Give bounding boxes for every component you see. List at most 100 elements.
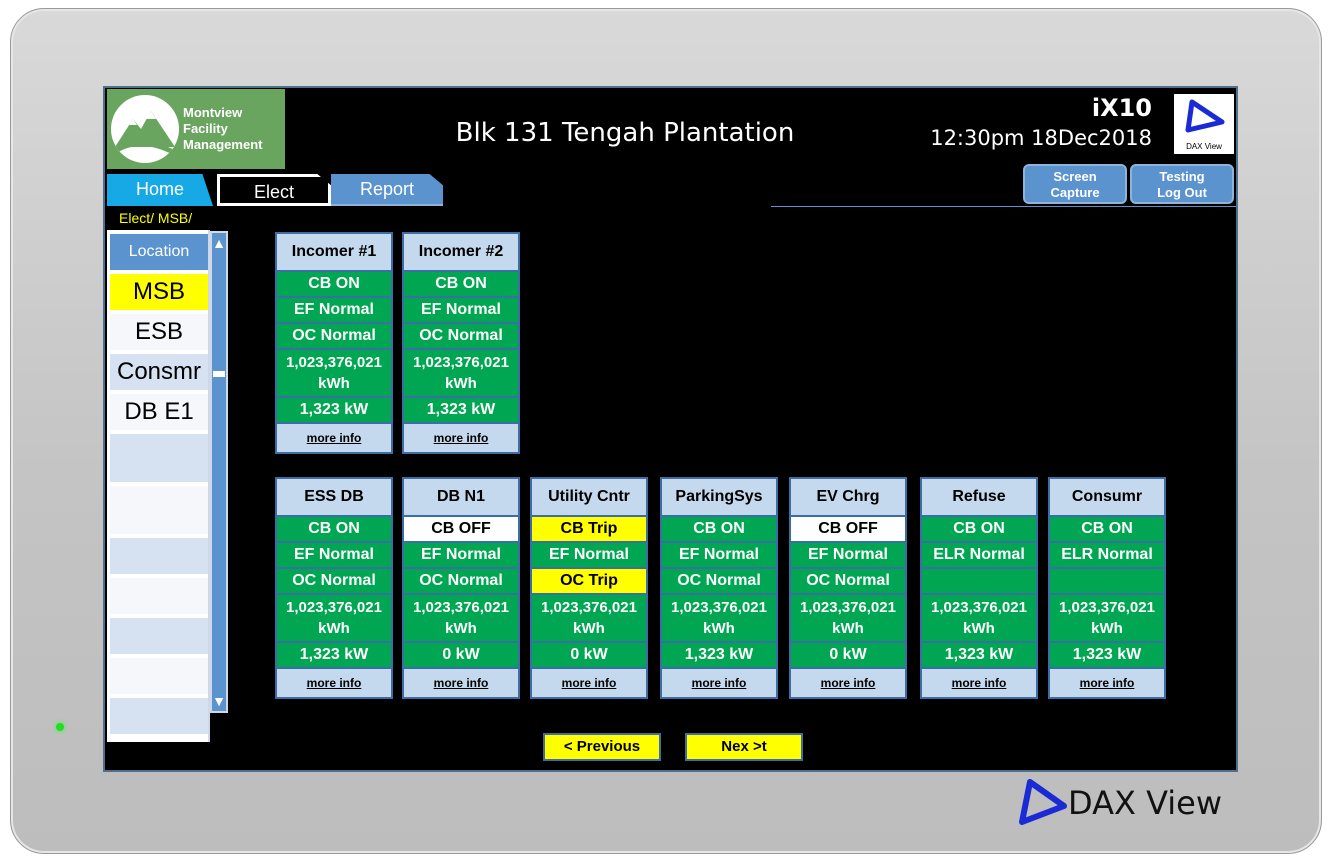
hmi-screen: Montview Facility Management Blk 131 Ten…: [103, 86, 1238, 772]
sidebar-header: Location: [110, 234, 208, 270]
more-info-link[interactable]: more info: [821, 676, 876, 690]
cb-status: CB Trip: [532, 517, 646, 541]
power-reading: 1,323 kW: [922, 643, 1036, 667]
feeder-card: ParkingSys CB ON EF Normal OC Normal 1,023,3…: [660, 477, 778, 699]
more-info-cell: more info: [277, 424, 391, 452]
sidebar-item-empty[interactable]: [110, 658, 208, 694]
feeder-card: ESS DB CB ON EF Normal OC Normal 1,023,376,0…: [275, 477, 393, 699]
log-out-button[interactable]: Testing Log Out: [1130, 164, 1234, 204]
energy-reading: 1,023,376,021 kWh: [532, 595, 646, 641]
scroll-thumb[interactable]: [213, 371, 225, 377]
more-info-cell: more info: [404, 669, 518, 697]
ef-status: EF Normal: [404, 298, 518, 322]
dax-logo-label: DAX View: [1186, 142, 1222, 151]
ef-status: EF Normal: [662, 543, 776, 567]
energy-value: 1,023,376,021: [541, 599, 637, 616]
cb-status: CB ON: [662, 517, 776, 541]
button-label: Testing: [1159, 169, 1205, 184]
sidebar-item-empty[interactable]: [110, 698, 208, 734]
next-button[interactable]: Nex >t: [685, 733, 803, 761]
power-reading: 0 kW: [791, 643, 905, 667]
scroll-up-icon[interactable]: ▲: [212, 233, 226, 253]
sidebar-item-empty[interactable]: [110, 578, 208, 614]
feeder-card: Utility Cntr CB Trip EF Normal OC Trip 1,023…: [530, 477, 648, 699]
feeder-name: EV Chrg: [791, 479, 905, 515]
energy-reading: 1,023,376,021 kWh: [662, 595, 776, 641]
more-info-link[interactable]: more info: [434, 431, 489, 445]
tab-elect[interactable]: Elect: [217, 174, 331, 206]
dax-brand-icon: [1019, 779, 1067, 825]
oc-status: OC Normal: [662, 569, 776, 593]
page-title: Blk 131 Tengah Plantation: [455, 118, 795, 148]
oc-status: OC Trip: [532, 569, 646, 593]
sidebar-item-db-e1[interactable]: DB E1: [110, 394, 208, 430]
energy-unit: kWh: [963, 620, 995, 637]
power-reading: 0 kW: [404, 643, 518, 667]
previous-button[interactable]: < Previous: [543, 733, 661, 761]
more-info-link[interactable]: more info: [307, 431, 362, 445]
sidebar-item-esb[interactable]: ESB: [110, 314, 208, 350]
more-info-cell: more info: [922, 669, 1036, 697]
energy-reading: 1,023,376,021 kWh: [791, 595, 905, 641]
tab-report[interactable]: Report: [331, 174, 443, 206]
sidebar-scrollbar[interactable]: ▲ ▼: [210, 231, 228, 713]
feeder-name: DB N1: [404, 479, 518, 515]
more-info-cell: more info: [532, 669, 646, 697]
scroll-down-icon[interactable]: ▼: [212, 691, 226, 711]
feeder-card: Incomer #2 CB ON EF Normal OC Normal 1,023,3…: [402, 232, 520, 454]
cb-status: CB ON: [1050, 517, 1164, 541]
energy-value: 1,023,376,021: [413, 599, 509, 616]
energy-unit: kWh: [1091, 620, 1123, 637]
energy-unit: kWh: [703, 620, 735, 637]
screen-capture-button[interactable]: Screen Capture: [1023, 164, 1127, 204]
more-info-link[interactable]: more info: [1080, 676, 1135, 690]
cb-status: CB OFF: [791, 517, 905, 541]
sidebar-item-empty[interactable]: [110, 538, 208, 574]
more-info-link[interactable]: more info: [952, 676, 1007, 690]
oc-status: OC Normal: [277, 324, 391, 348]
feeder-card: Refuse CB ON ELR Normal 1,023,376,021 kWh 1,3…: [920, 477, 1038, 699]
tab-home[interactable]: Home: [107, 174, 213, 206]
ef-status: EF Normal: [277, 298, 391, 322]
energy-value: 1,023,376,021: [800, 599, 896, 616]
sidebar-item-msb[interactable]: MSB: [110, 274, 208, 310]
company-name-line: Facility: [183, 121, 228, 136]
more-info-link[interactable]: more info: [562, 676, 617, 690]
sidebar-item-empty[interactable]: [110, 434, 208, 482]
sidebar-item-empty[interactable]: [110, 486, 208, 534]
energy-value: 1,023,376,021: [286, 354, 382, 371]
cb-status: CB ON: [404, 272, 518, 296]
energy-unit: kWh: [573, 620, 605, 637]
company-name-line: Management: [183, 137, 263, 152]
power-reading: 0 kW: [532, 643, 646, 667]
oc-status: OC Normal: [404, 569, 518, 593]
feeder-card: DB N1 CB OFF EF Normal OC Normal 1,023,376,0…: [402, 477, 520, 699]
power-reading: 1,323 kW: [277, 643, 391, 667]
energy-reading: 1,023,376,021 kWh: [1050, 595, 1164, 641]
date-time: 12:30pm 18Dec2018: [930, 126, 1152, 150]
more-info-link[interactable]: more info: [307, 676, 362, 690]
sidebar-item-consmr[interactable]: Consmr: [110, 354, 208, 390]
tab-divider: [771, 206, 1236, 207]
energy-value: 1,023,376,021: [671, 599, 767, 616]
more-info-link[interactable]: more info: [692, 676, 747, 690]
more-info-cell: more info: [277, 669, 391, 697]
feeder-name: ESS DB: [277, 479, 391, 515]
feeder-name: Incomer #2: [404, 234, 518, 270]
energy-value: 1,023,376,021: [931, 599, 1027, 616]
location-sidebar: Location MSB ESB Consmr DB E1: [107, 230, 210, 742]
oc-status: [922, 569, 1036, 593]
oc-status: [1050, 569, 1164, 593]
device-model: iX10: [1091, 94, 1152, 122]
ef-status: ELR Normal: [922, 543, 1036, 567]
feeder-card: Consumr CB ON ELR Normal 1,023,376,021 kWh 1,…: [1048, 477, 1166, 699]
feeder-name: Consumr: [1050, 479, 1164, 515]
more-info-link[interactable]: more info: [434, 676, 489, 690]
energy-value: 1,023,376,021: [413, 354, 509, 371]
energy-value: 1,023,376,021: [1059, 599, 1155, 616]
ef-status: EF Normal: [791, 543, 905, 567]
sidebar-item-empty[interactable]: [110, 618, 208, 654]
brand-name: DAX View: [1068, 784, 1222, 822]
button-label: Log Out: [1157, 185, 1207, 200]
feeder-name: Refuse: [922, 479, 1036, 515]
